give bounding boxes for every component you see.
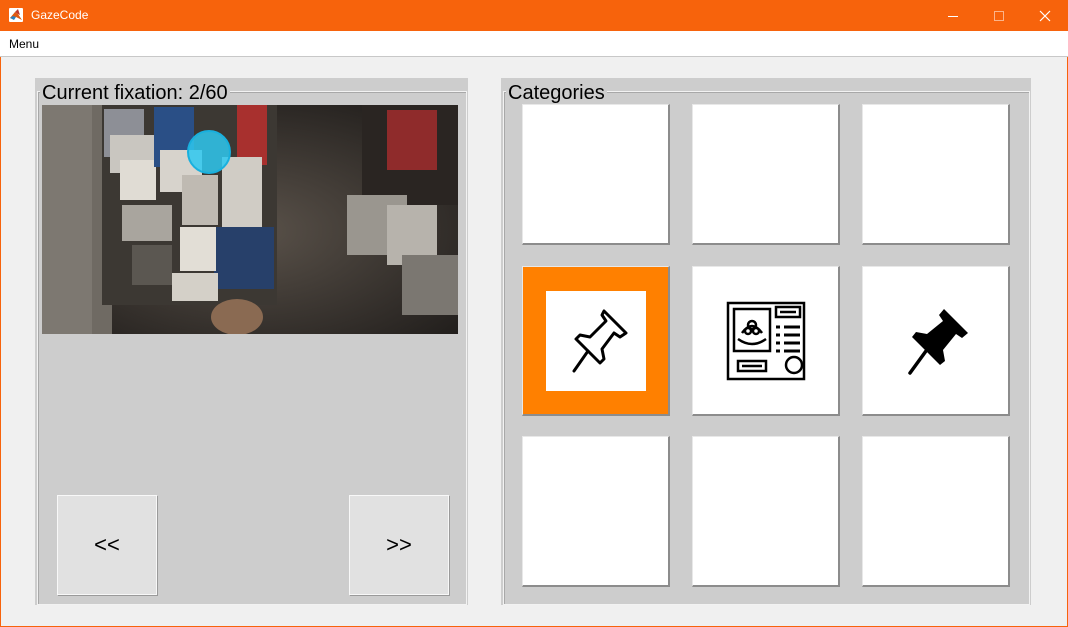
pushpin-outline-icon [572,309,627,372]
maximize-icon [994,10,1004,21]
window-title: GazeCode [31,8,89,22]
category-tile-2[interactable] [692,104,840,245]
category-tile-6[interactable] [862,266,1010,416]
fixation-panel-title: Current fixation: 2/60 [40,82,230,104]
next-fixation-button[interactable]: >> [349,495,449,595]
previous-fixation-button[interactable]: << [57,495,157,595]
close-button[interactable] [1022,0,1068,31]
category-tile-9[interactable] [862,436,1010,587]
pushpin-filled-icon [907,308,968,375]
minimize-button[interactable] [930,0,976,31]
minimize-icon [948,15,958,17]
category-tile-5-icon-box [724,299,808,383]
maximize-button[interactable] [976,0,1022,31]
close-icon [1039,10,1051,21]
scene-video-frame [42,105,458,334]
category-tile-7[interactable] [522,436,670,587]
category-tile-3[interactable] [862,104,1010,245]
menu-item-menu[interactable]: Menu [9,37,39,51]
category-tile-8[interactable] [692,436,840,587]
title-bar: GazeCode [0,0,1068,31]
category-tile-6-icon-box [896,301,976,381]
category-tile-5[interactable] [692,266,840,416]
category-tile-4[interactable] [522,266,670,416]
category-tile-1[interactable] [522,104,670,245]
categories-panel-title: Categories [506,82,607,104]
scene-camera-image [42,105,458,334]
fixation-marker [187,130,231,174]
matlab-logo-icon [9,8,23,22]
menu-bar: Menu [0,31,1068,57]
category-tile-4-icon-box [545,290,646,391]
poster-menu-icon [726,301,805,380]
